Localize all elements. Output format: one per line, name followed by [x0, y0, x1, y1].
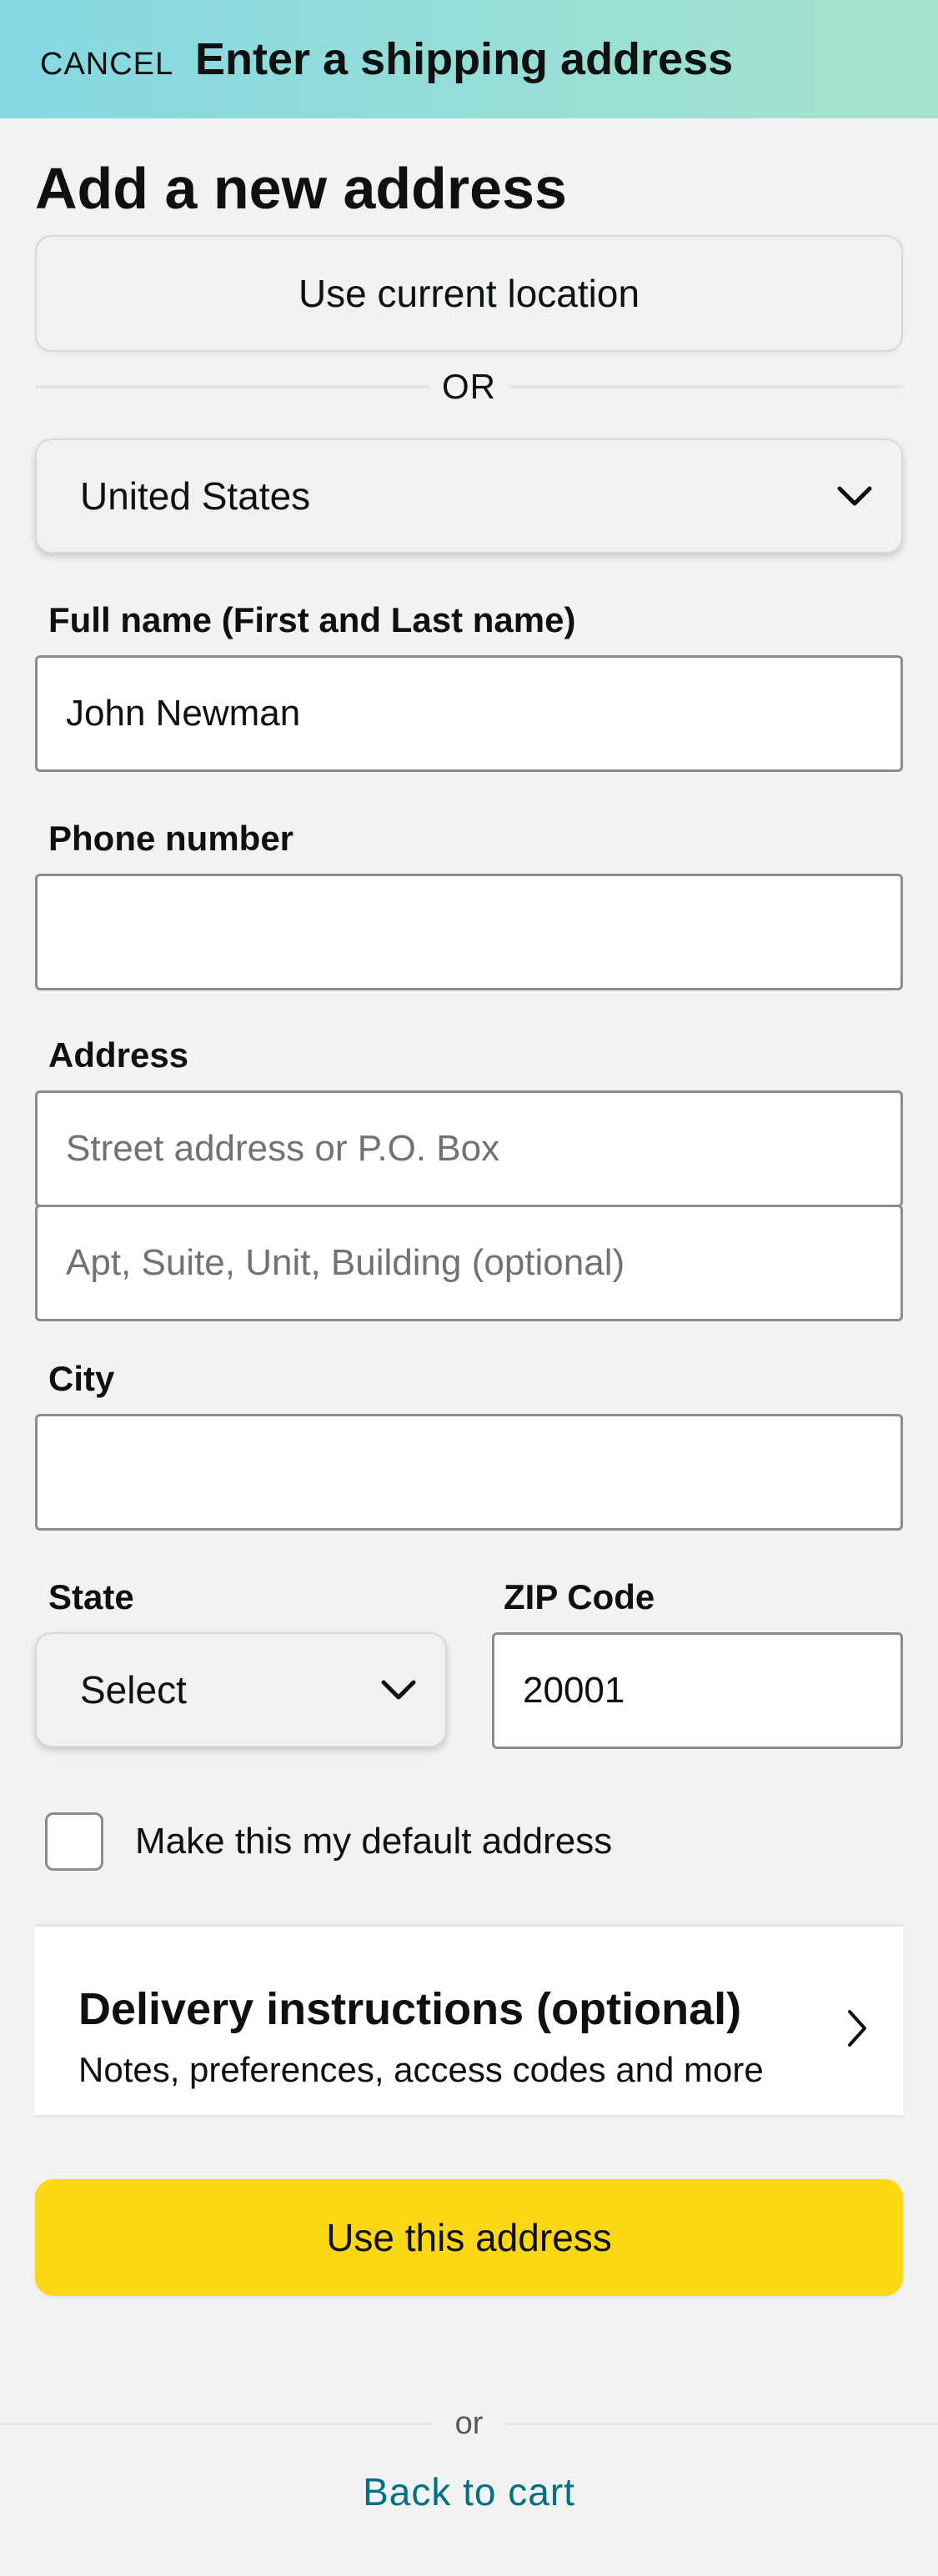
delivery-instructions-title: Delivery instructions (optional): [78, 1984, 742, 2034]
zip-code-field[interactable]: 20001: [492, 1632, 903, 1749]
state-label: State: [48, 1577, 134, 1616]
country-select[interactable]: United States: [35, 439, 903, 554]
chevron-down-icon: [381, 1680, 416, 1700]
address-line2-field[interactable]: Apt, Suite, Unit, Building (optional): [35, 1205, 903, 1321]
or-divider: OR: [35, 367, 903, 417]
address-line1-field[interactable]: Street address or P.O. Box: [35, 1090, 903, 1207]
page-title: Add a new address: [35, 156, 567, 221]
cancel-button[interactable]: CANCEL: [40, 47, 173, 83]
app-header: CANCEL Enter a shipping address: [0, 0, 938, 118]
delivery-instructions-subtitle: Notes, preferences, access codes and mor…: [78, 2050, 764, 2089]
state-select[interactable]: Select: [35, 1632, 447, 1747]
default-address-checkbox[interactable]: [45, 1812, 103, 1871]
country-select-value: United States: [80, 474, 311, 518]
chevron-right-icon: [848, 2010, 866, 2047]
city-label: City: [48, 1359, 115, 1398]
phone-number-field[interactable]: [35, 874, 903, 990]
full-name-label: Full name (First and Last name): [48, 600, 576, 639]
phone-number-label: Phone number: [48, 819, 294, 858]
city-field[interactable]: [35, 1414, 903, 1531]
address-label: Address: [48, 1035, 189, 1075]
use-this-address-button[interactable]: Use this address: [35, 2179, 903, 2296]
or-text: OR: [429, 367, 509, 407]
delivery-instructions-row[interactable]: Delivery instructions (optional) Notes, …: [35, 1924, 903, 2117]
full-name-field[interactable]: John Newman: [35, 655, 903, 772]
chevron-down-icon: [837, 486, 872, 506]
use-current-location-button[interactable]: Use current location: [35, 235, 903, 352]
footer-or-divider: or: [0, 2406, 938, 2456]
or-text: or: [431, 2406, 507, 2442]
back-to-cart-link[interactable]: Back to cart: [0, 2469, 938, 2514]
default-address-label[interactable]: Make this my default address: [135, 1821, 612, 1862]
state-select-value: Select: [80, 1668, 187, 1711]
zip-code-label: ZIP Code: [504, 1577, 655, 1616]
page-header-title: Enter a shipping address: [195, 34, 734, 84]
